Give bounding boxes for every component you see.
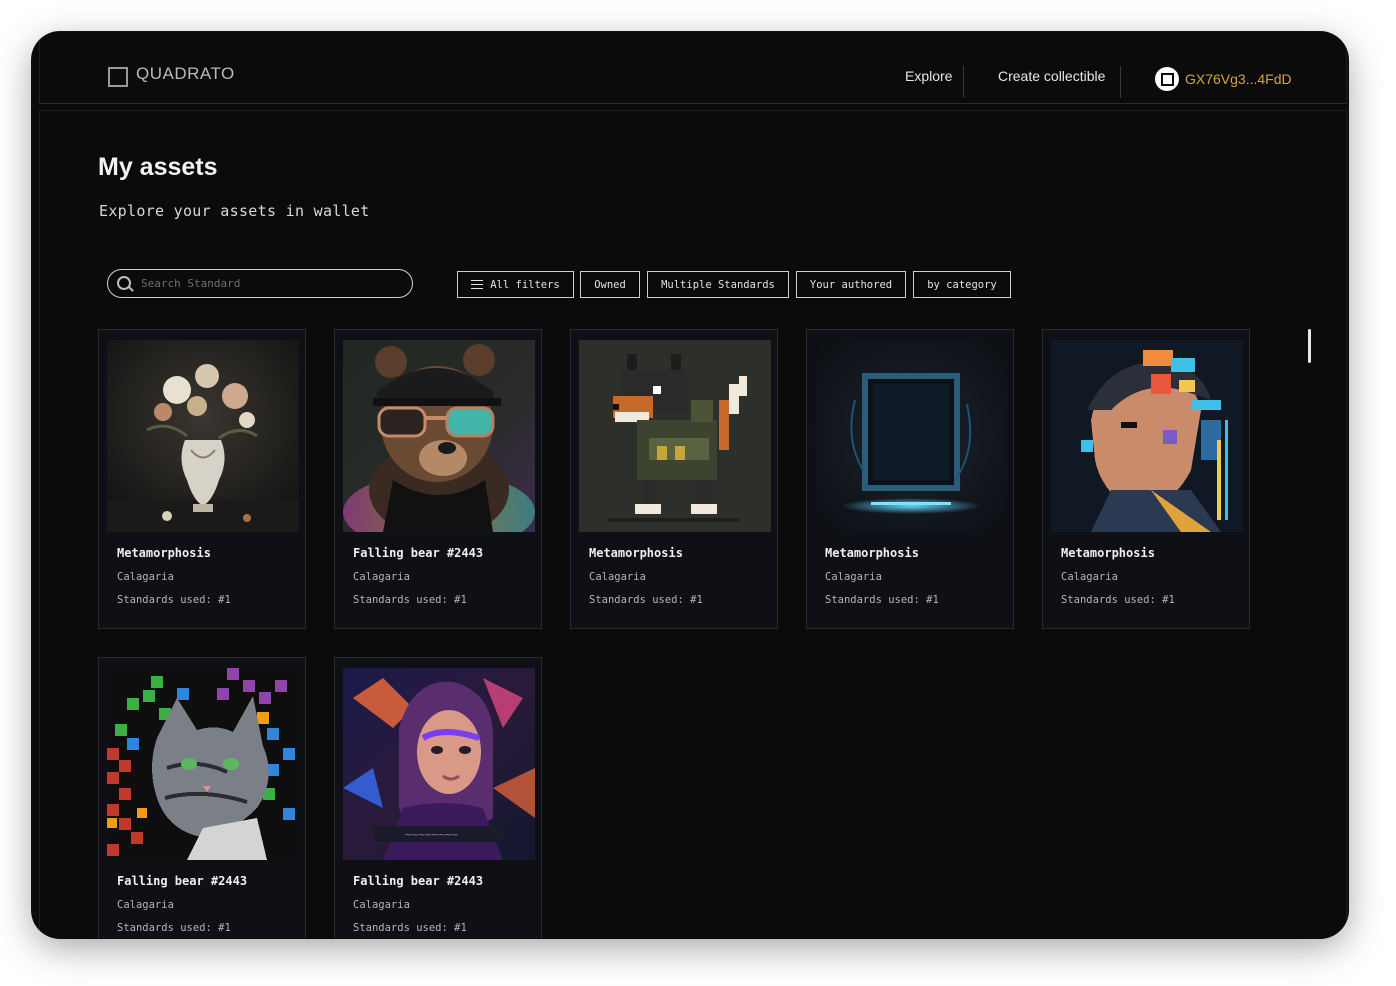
brand-name: QUADRATO [136,64,235,83]
asset-standards: Standards used: #1 [1061,594,1175,606]
asset-card[interactable]: Metamorphosis Calagaria Standards used: … [570,329,778,629]
app-window: QUADRATO Explore Create collectible GX76… [32,32,1348,938]
asset-image-flower-vase [107,340,299,532]
wallet-button[interactable]: GX76Vg3...4FdD [1155,67,1292,91]
asset-image-pixel-dog [579,340,771,532]
asset-creator: Calagaria [589,571,646,583]
asset-creator: Calagaria [1061,571,1118,583]
filter-owned-button[interactable]: Owned [580,271,640,298]
asset-standards: Standards used: #1 [117,922,231,934]
asset-name: Falling bear #2443 [353,874,484,888]
asset-name: Metamorphosis [1061,546,1155,560]
main-content: My assets Explore your assets in wallet … [39,110,1347,938]
asset-image-bear-with-glasses [343,340,535,532]
asset-image-glitch-man-portrait [1051,340,1243,532]
all-filters-button[interactable]: All filters [457,271,574,298]
page-title: My assets [98,153,218,181]
asset-standards: Standards used: #1 [117,594,231,606]
asset-image-neon-woman-portrait: ~~~~~~~~ [343,668,535,860]
asset-standards: Standards used: #1 [825,594,939,606]
filter-multiple-standards-button[interactable]: Multiple Standards [647,271,789,298]
asset-card[interactable]: Falling bear #2443 Calagaria Standards u… [98,657,306,938]
search-bar[interactable] [107,269,413,298]
asset-name: Falling bear #2443 [353,546,484,560]
asset-creator: Calagaria [117,899,174,911]
nav-divider [1120,66,1121,98]
asset-card[interactable]: Falling bear #2443 Calagaria Standards u… [334,329,542,629]
nav-divider [963,66,964,98]
nav-explore-link[interactable]: Explore [905,68,952,84]
wallet-address: GX76Vg3...4FdD [1185,71,1292,87]
search-input[interactable] [139,276,383,291]
asset-card[interactable]: ~~~~~~~~ Falling bear #2443 Calagaria St… [334,657,542,938]
asset-standards: Standards used: #1 [589,594,703,606]
filter-sliders-icon [471,279,484,290]
filter-by-category-button[interactable]: by category [913,271,1011,298]
asset-image-glowing-portal [815,340,1007,532]
asset-creator: Calagaria [353,899,410,911]
all-filters-label: All filters [490,278,560,291]
asset-creator: Calagaria [117,571,174,583]
asset-name: Metamorphosis [825,546,919,560]
asset-card[interactable]: Metamorphosis Calagaria Standards used: … [98,329,306,629]
nav-create-collectible-link[interactable]: Create collectible [998,68,1105,84]
quadrato-logo-icon [104,63,128,87]
asset-image-pixel-cat [107,668,299,860]
brand-logo[interactable]: QUADRATO [104,63,235,87]
asset-name: Falling bear #2443 [117,874,248,888]
asset-creator: Calagaria [825,571,882,583]
asset-standards: Standards used: #1 [353,922,467,934]
asset-standards: Standards used: #1 [353,594,467,606]
asset-creator: Calagaria [353,571,410,583]
search-icon [117,275,134,292]
page-subtitle: Explore your assets in wallet [99,202,370,220]
top-navigation: QUADRATO Explore Create collectible GX76… [39,32,1347,104]
wallet-icon [1155,67,1179,91]
svg-text:~~~~~~~~: ~~~~~~~~ [405,828,458,841]
asset-card[interactable]: Metamorphosis Calagaria Standards used: … [1042,329,1250,629]
scrollbar-thumb[interactable] [1308,329,1311,363]
asset-name: Metamorphosis [589,546,683,560]
asset-card[interactable]: Metamorphosis Calagaria Standards used: … [806,329,1014,629]
asset-name: Metamorphosis [117,546,211,560]
filter-your-authored-button[interactable]: Your authored [796,271,906,298]
